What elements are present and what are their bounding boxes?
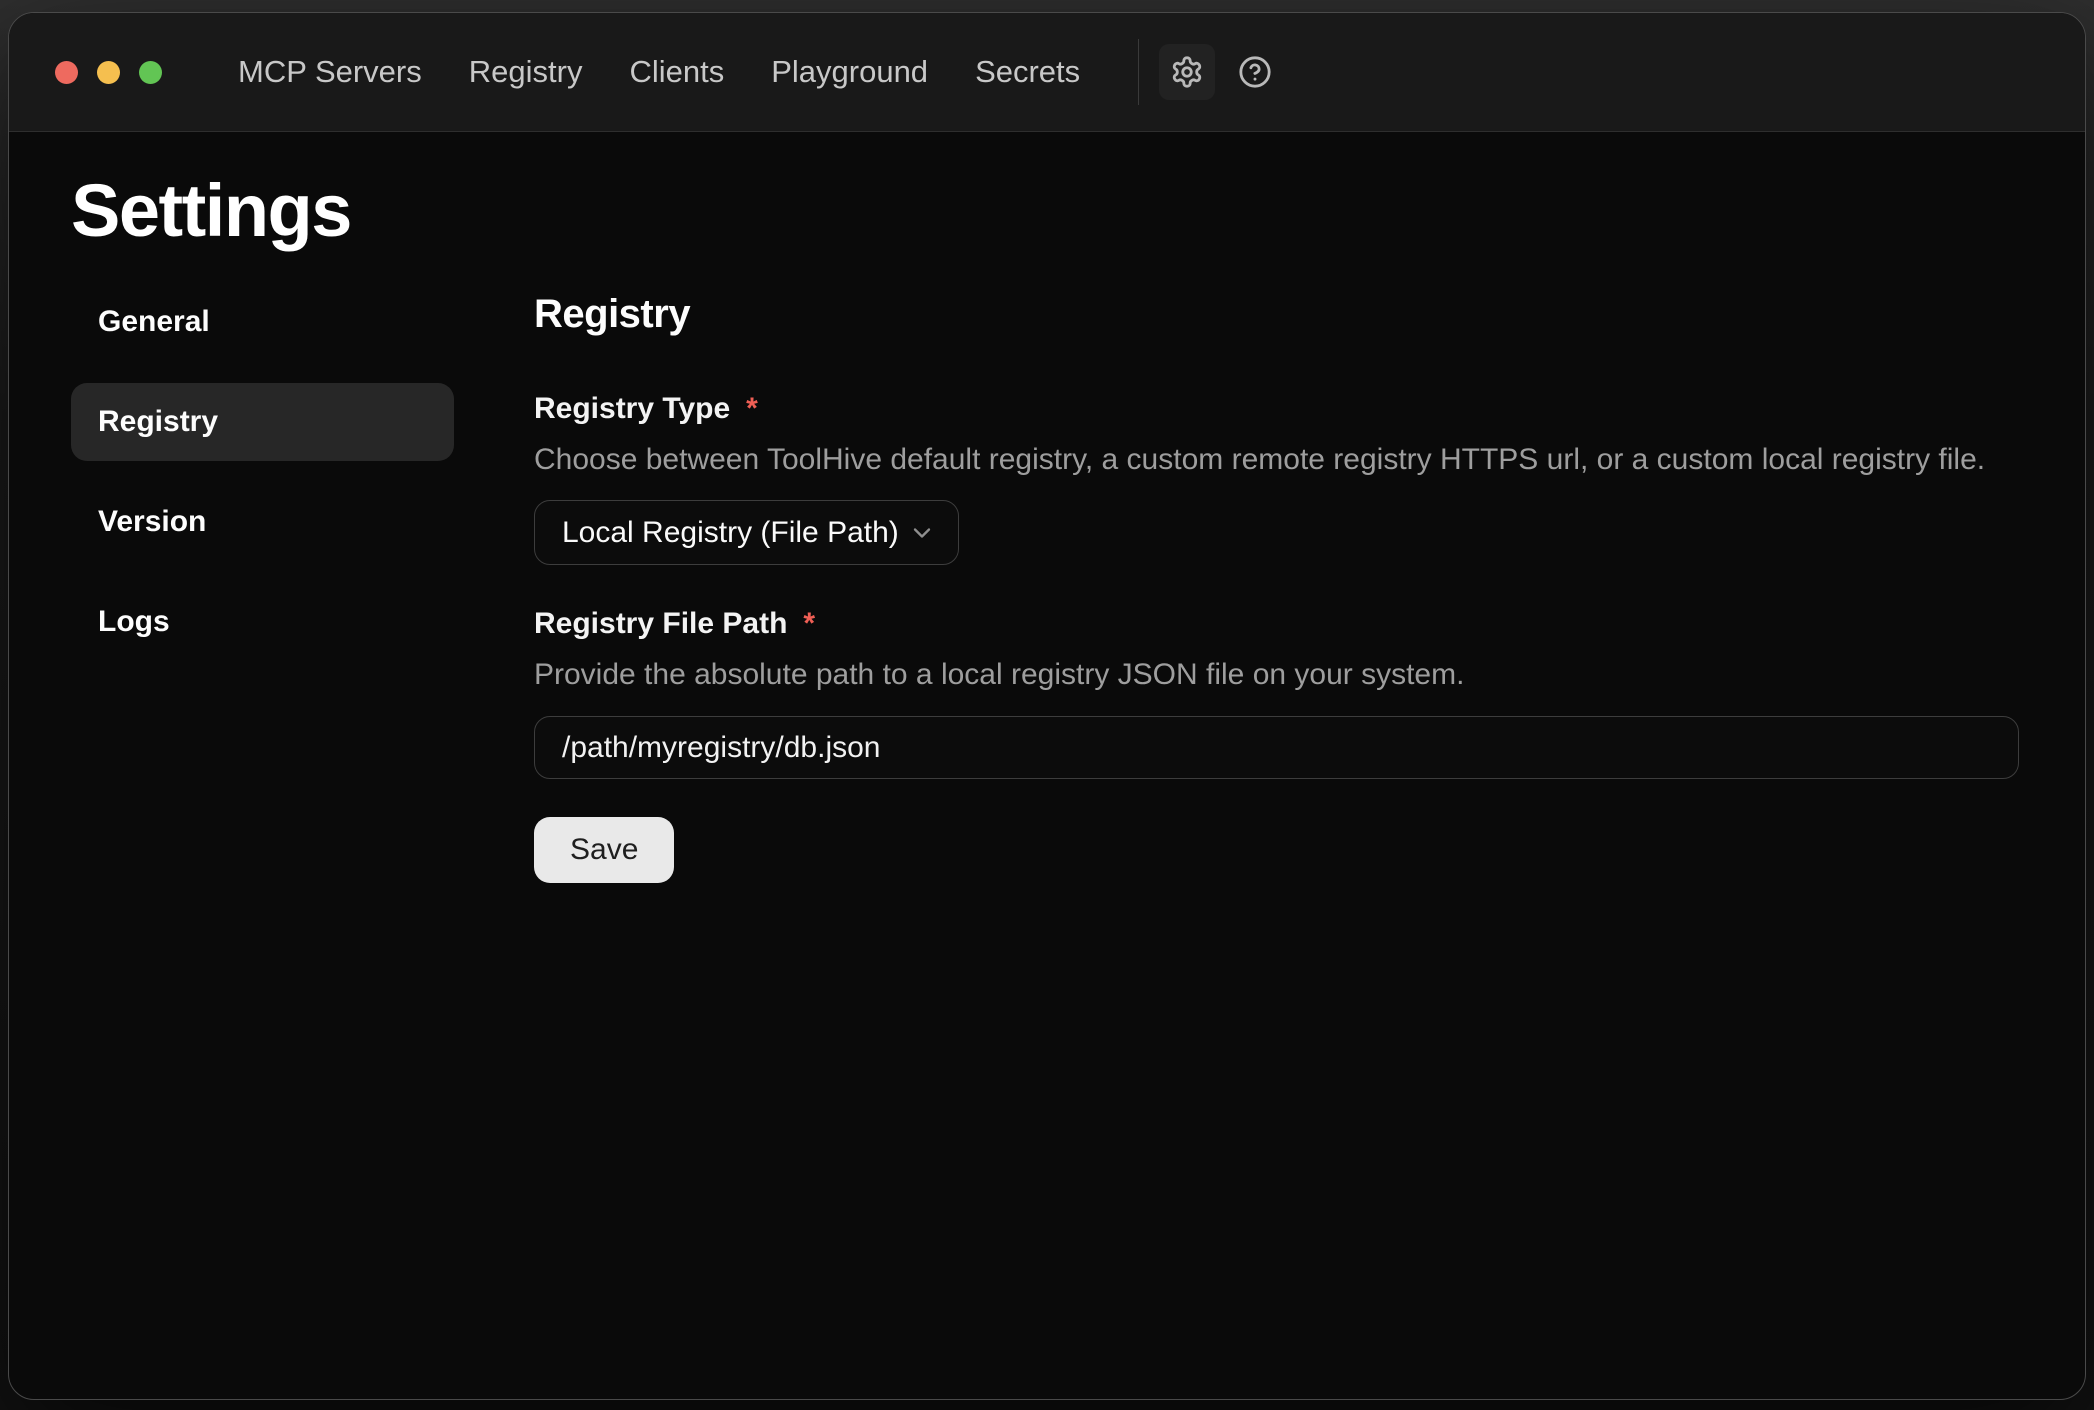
minimize-window-button[interactable] — [97, 61, 120, 84]
sidebar-item-version[interactable]: Version — [71, 483, 454, 561]
required-asterisk: * — [746, 391, 758, 427]
registry-file-path-input[interactable] — [534, 716, 2019, 779]
page-title: Settings — [71, 168, 2085, 253]
nav-clients[interactable]: Clients — [629, 54, 724, 90]
sidebar-item-general[interactable]: General — [71, 283, 454, 361]
sidebar-item-registry[interactable]: Registry — [71, 383, 454, 461]
help-button[interactable] — [1227, 44, 1283, 100]
nav-playground[interactable]: Playground — [771, 54, 928, 90]
zoom-window-button[interactable] — [139, 61, 162, 84]
titlebar: MCP Servers Registry Clients Playground … — [9, 13, 2085, 132]
settings-page: Settings General Registry Version Logs R… — [9, 132, 2085, 1399]
gear-icon — [1170, 55, 1204, 89]
section-title: Registry — [534, 289, 2019, 339]
registry-type-description: Choose between ToolHive default registry… — [534, 441, 2019, 479]
registry-settings-panel: Registry Registry Type * Choose between … — [534, 283, 2085, 883]
registry-type-select[interactable]: Local Registry (File Path) — [534, 500, 959, 565]
chevron-down-icon — [908, 519, 936, 547]
save-button[interactable]: Save — [534, 817, 674, 883]
traffic-lights — [55, 61, 162, 84]
nav-mcp-servers[interactable]: MCP Servers — [238, 54, 422, 90]
settings-sidebar: General Registry Version Logs — [71, 283, 454, 683]
required-asterisk: * — [803, 606, 815, 642]
titlebar-divider — [1138, 39, 1139, 105]
registry-file-path-description: Provide the absolute path to a local reg… — [534, 656, 2019, 694]
sidebar-item-logs[interactable]: Logs — [71, 583, 454, 661]
nav-registry[interactable]: Registry — [469, 54, 583, 90]
nav-secrets[interactable]: Secrets — [975, 54, 1080, 90]
settings-button[interactable] — [1159, 44, 1215, 100]
main-nav: MCP Servers Registry Clients Playground … — [238, 54, 1080, 90]
registry-file-path-label: Registry File Path — [534, 606, 787, 642]
registry-type-selected-value: Local Registry (File Path) — [562, 516, 899, 550]
close-window-button[interactable] — [55, 61, 78, 84]
registry-type-label: Registry Type — [534, 391, 730, 427]
app-window: MCP Servers Registry Clients Playground … — [8, 12, 2086, 1400]
help-circle-icon — [1238, 55, 1272, 89]
